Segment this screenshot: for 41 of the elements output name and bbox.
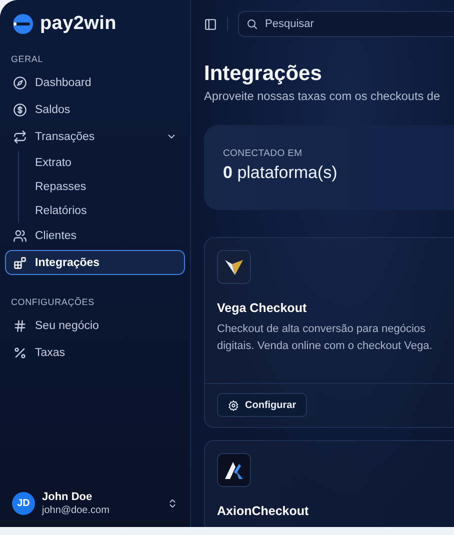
section-heading: CONFIGURAÇÕES: [10, 297, 96, 307]
stat-label: CONECTADO EM: [223, 148, 304, 160]
sidebar-toggle[interactable]: [204, 18, 217, 30]
search-icon: [246, 18, 258, 30]
integration-name: AxionCheckout: [217, 504, 310, 518]
nav-item[interactable]: Seu negócio: [5, 313, 185, 338]
compass-icon: [13, 76, 27, 90]
gear-icon: [228, 400, 239, 411]
percent-icon: [13, 346, 27, 360]
dollar-circle-icon: [13, 102, 27, 116]
nav-item[interactable]: Integrações: [5, 250, 185, 275]
nav-subitem[interactable]: Repasses: [31, 175, 90, 199]
stat-value: 0 plataforma(s): [223, 163, 338, 184]
user-avatar: JD: [12, 492, 35, 516]
page-subtitle: Aproveite nossas taxas com os checkouts de: [204, 89, 442, 104]
arrows-icon: [13, 130, 27, 144]
nav-item[interactable]: Clientes: [5, 223, 185, 248]
users-icon: [13, 228, 27, 242]
peak-logo-icon: [223, 460, 245, 480]
hash-icon: [13, 318, 27, 332]
configure-button[interactable]: Configurar: [217, 393, 308, 418]
logo-icon: [11, 14, 36, 34]
page-title: Integrações: [204, 62, 323, 86]
nav-item[interactable]: Dashboard: [5, 70, 185, 95]
nav-item[interactable]: Saldos: [5, 97, 185, 122]
user-email: john@doe.com: [42, 504, 110, 517]
brand-name: pay2win: [40, 13, 116, 35]
panel-left-icon: [204, 18, 217, 30]
search-field[interactable]: Pesquisar: [238, 11, 454, 37]
user-name: John Doe: [42, 490, 94, 504]
nav-item[interactable]: Taxas: [5, 340, 185, 365]
section-heading: GERAL: [10, 54, 44, 64]
chevron-logo-icon: [224, 258, 244, 276]
user-menu-toggle[interactable]: [167, 498, 178, 510]
nav-item[interactable]: Transações: [5, 124, 185, 149]
blocks-icon: [13, 256, 27, 270]
nav-subitem[interactable]: Extrato: [31, 151, 76, 175]
integration-description: Checkout de alta conversão para negócios digitais. Venda online com o checkout Vega.: [217, 322, 434, 354]
nav-subitem[interactable]: Relatórios: [31, 199, 91, 223]
chevrons-up-down-icon: [167, 498, 178, 510]
integration-name: Vega Checkout: [217, 301, 308, 316]
